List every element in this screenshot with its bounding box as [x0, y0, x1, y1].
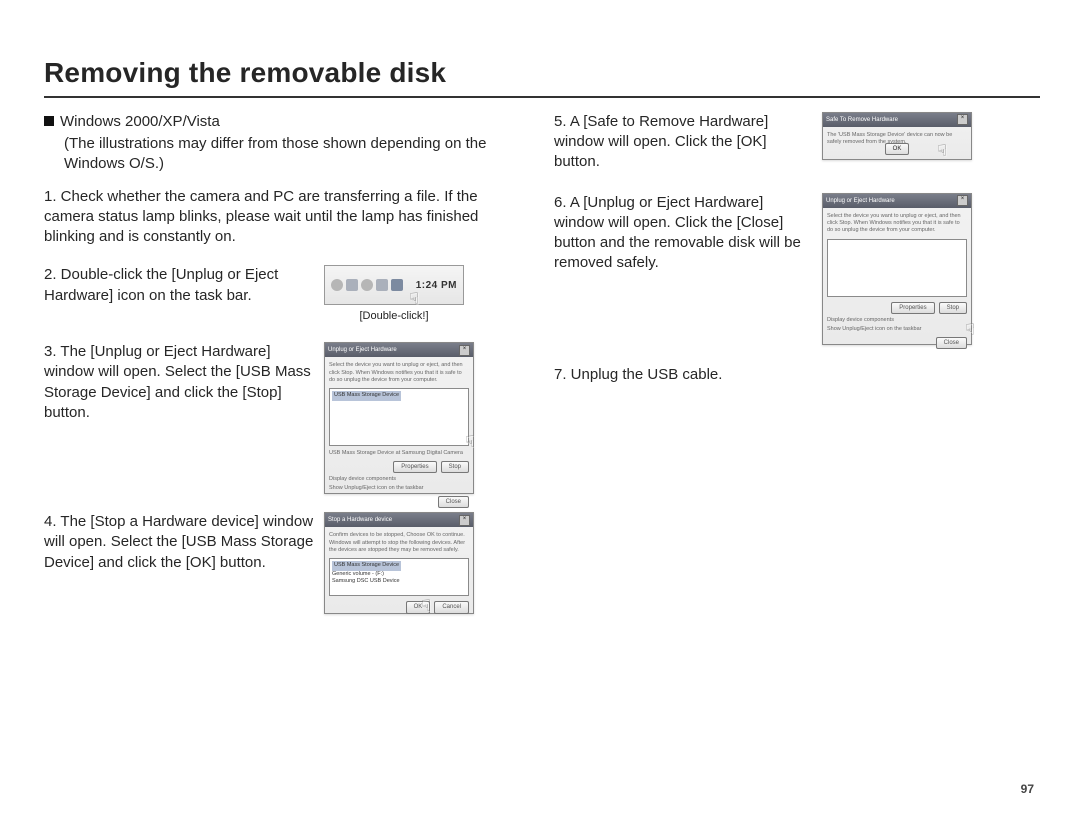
device-listbox: USB Mass Storage Device Generic volume -…: [329, 558, 469, 596]
pointer-icon: ☟: [409, 289, 419, 311]
right-column: 5. A [Safe to Remove Hardware] window wi…: [554, 112, 994, 632]
close-icon: ×: [459, 515, 470, 526]
title-rule: [44, 96, 1040, 98]
list-item: USB Mass Storage Device: [332, 391, 401, 400]
system-tray: [331, 279, 403, 291]
safe-to-remove-hardware-window: Safe To Remove Hardware × The 'USB Mass …: [822, 112, 972, 160]
taskbar-clock: 1:24 PM: [416, 279, 457, 293]
device-listbox: [827, 239, 967, 297]
os-note: (The illustrations may differ from those…: [44, 134, 514, 175]
tray-icon: [361, 279, 373, 291]
pointer-icon: ☟: [421, 596, 431, 618]
step-6-image-area: Unplug or Eject Hardware × Select the de…: [822, 193, 972, 345]
close-button: Close: [438, 496, 469, 508]
pointer-icon: ☟: [965, 320, 975, 342]
checkbox-label: Show Unplug/Eject icon on the taskbar: [329, 484, 469, 493]
step-4-text: 4. The [Stop a Hardware device] window w…: [44, 512, 314, 573]
close-button: Close: [936, 337, 967, 349]
step-4-image-area: Stop a Hardware device × Confirm devices…: [324, 512, 474, 614]
os-heading: Windows 2000/XP/Vista: [60, 113, 220, 130]
step-2-image-area: 1:24 PM ☟ [Double-click!]: [324, 265, 464, 324]
close-icon: ×: [957, 195, 968, 206]
step-2-text: 2. Double-click the [Unplug or Eject Har…: [44, 265, 314, 306]
step-5-text: 5. A [Safe to Remove Hardware] window wi…: [554, 112, 814, 173]
checkbox-label: Display device components: [827, 316, 967, 325]
taskbar-screenshot: 1:24 PM ☟: [324, 265, 464, 305]
device-detail-text: USB Mass Storage Device at Samsung Digit…: [329, 449, 469, 458]
window-title: Safe To Remove Hardware: [826, 116, 898, 124]
pointer-icon: ☟: [465, 432, 475, 454]
step-5-image-area: Safe To Remove Hardware × The 'USB Mass …: [822, 112, 972, 160]
stop-button: Stop: [939, 302, 967, 314]
unplug-eject-tray-icon: [391, 279, 403, 291]
list-item: Generic volume - (F:): [332, 571, 466, 578]
step-2-caption: [Double-click!]: [324, 309, 464, 324]
tray-icon: [376, 279, 388, 291]
window-title: Unplug or Eject Hardware: [826, 197, 895, 205]
window-title: Stop a Hardware device: [328, 516, 392, 524]
properties-button: Properties: [393, 461, 436, 473]
close-icon: ×: [459, 345, 470, 356]
step-3-image-area: Unplug or Eject Hardware × Select the de…: [324, 342, 474, 494]
step-3-text: 3. The [Unplug or Eject Hardware] window…: [44, 342, 314, 423]
os-heading-line: Windows 2000/XP/Vista: [44, 112, 514, 132]
step-7-text: 7. Unplug the USB cable.: [554, 365, 954, 385]
window-title: Unplug or Eject Hardware: [328, 346, 397, 354]
list-item: Samsung DSC USB Device: [332, 578, 466, 585]
step-1-text: 1. Check whether the camera and PC are t…: [44, 187, 484, 248]
left-column: Windows 2000/XP/Vista (The illustrations…: [44, 112, 514, 632]
window-hint-text: Confirm devices to be stopped, Choose OK…: [329, 531, 469, 555]
properties-button: Properties: [891, 302, 934, 314]
list-item: USB Mass Storage Device: [332, 561, 401, 570]
page-title: Removing the removable disk: [44, 54, 1040, 92]
ok-button: OK: [885, 143, 910, 155]
tray-icon: [346, 279, 358, 291]
square-bullet-icon: [44, 116, 54, 126]
stop-hardware-device-window: Stop a Hardware device × Confirm devices…: [324, 512, 474, 614]
unplug-or-eject-hardware-window: Unplug or Eject Hardware × Select the de…: [324, 342, 474, 494]
page-number: 97: [1021, 781, 1034, 797]
stop-button: Stop: [441, 461, 469, 473]
pointer-icon: ☟: [937, 141, 947, 163]
cancel-button: Cancel: [434, 601, 469, 613]
step-6-text: 6. A [Unplug or Eject Hardware] window w…: [554, 193, 814, 274]
checkbox-label: Show Unplug/Eject icon on the taskbar: [827, 325, 967, 334]
window-hint-text: Select the device you want to unplug or …: [329, 361, 469, 385]
window-hint-text: Select the device you want to unplug or …: [827, 212, 967, 236]
unplug-or-eject-hardware-window: Unplug or Eject Hardware × Select the de…: [822, 193, 972, 345]
tray-icon: [331, 279, 343, 291]
checkbox-label: Display device components: [329, 475, 469, 484]
close-icon: ×: [957, 114, 968, 125]
device-listbox: USB Mass Storage Device: [329, 388, 469, 446]
